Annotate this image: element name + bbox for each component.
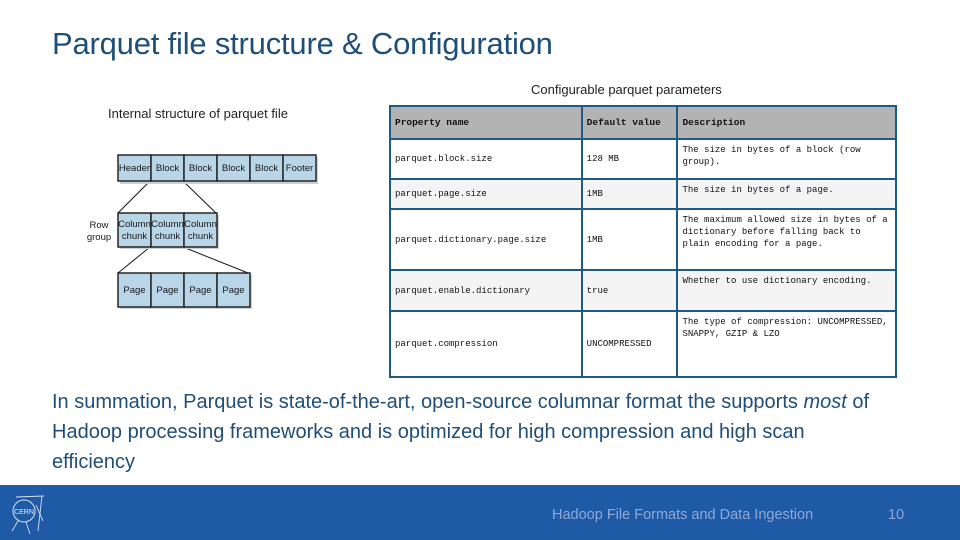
row-group-label: group: [87, 232, 111, 243]
column-chunk-label: chunk: [188, 231, 214, 242]
file-row-label: Block: [189, 163, 212, 174]
page-number: 10: [888, 507, 905, 523]
column-chunk-label: chunk: [155, 231, 181, 242]
connector-line: [117, 246, 151, 274]
description: The size in bytes of a block (row group)…: [676, 138, 897, 180]
summary-text: In summation, Parquet is state-of-the-ar…: [52, 387, 872, 477]
page-label: Page: [222, 285, 244, 296]
summary-emphasis: most: [803, 391, 847, 413]
description: The size in bytes of a page.: [676, 178, 897, 210]
table-header-row: Property name Default value Description: [389, 105, 897, 140]
default-value: 1MB: [580, 208, 679, 271]
file-row-label: Block: [156, 163, 179, 174]
column-chunk-label: Column: [118, 219, 151, 230]
default-value: 128 MB: [580, 138, 679, 180]
default-value: 1MB: [580, 178, 679, 210]
file-row-label: Footer: [286, 163, 313, 174]
page-label: Page: [156, 285, 178, 296]
connector-line: [117, 180, 151, 214]
logo-text: CERN: [14, 509, 34, 516]
description: The maximum allowed size in bytes of a d…: [676, 208, 897, 271]
property-name: parquet.page.size: [389, 178, 583, 210]
parameters-table: Property name Default value Description …: [389, 105, 897, 378]
column-header: Property name: [389, 105, 583, 140]
table-row: parquet.dictionary.page.size 1MB The max…: [389, 208, 897, 271]
file-row-label: Header: [119, 163, 150, 174]
file-row-label: Block: [255, 163, 278, 174]
file-row: Header Block Block Block Block Footer: [117, 154, 318, 184]
row-group-label: Row: [89, 220, 108, 231]
slide-title: Parquet file structure & Configuration: [52, 26, 553, 61]
table-row: parquet.page.size 1MB The size in bytes …: [389, 178, 897, 210]
default-value: true: [580, 269, 679, 312]
file-row-label: Block: [222, 163, 245, 174]
property-name: parquet.block.size: [389, 138, 583, 180]
diagram-caption: Internal structure of parquet file: [108, 106, 288, 121]
column-header: Default value: [580, 105, 679, 140]
page-label: Page: [123, 285, 145, 296]
cern-logo-icon: CERN: [8, 491, 48, 535]
pages-row: Page Page Page Page: [117, 272, 252, 309]
table-row: parquet.compression UNCOMPRESSED The typ…: [389, 310, 897, 378]
property-name: parquet.dictionary.page.size: [389, 208, 583, 271]
row-group: Column chunk Column chunk Column chunk: [117, 212, 219, 249]
property-name: parquet.compression: [389, 310, 583, 378]
column-chunk-label: Column: [184, 219, 217, 230]
column-header: Description: [676, 105, 897, 140]
connector-line: [182, 180, 217, 214]
table-caption: Configurable parquet parameters: [531, 82, 722, 97]
property-name: parquet.enable.dictionary: [389, 269, 583, 312]
footer-title: Hadoop File Formats and Data Ingestion: [552, 507, 814, 523]
default-value: UNCOMPRESSED: [580, 310, 679, 378]
page-label: Page: [189, 285, 211, 296]
parquet-structure-diagram: Header Block Block Block Block Footer Ro…: [80, 140, 330, 320]
table-row: parquet.block.size 128 MB The size in by…: [389, 138, 897, 180]
connector-line: [182, 246, 249, 274]
footer-bar: CERN Hadoop File Formats and Data Ingest…: [0, 485, 960, 540]
description: Whether to use dictionary encoding.: [676, 269, 897, 312]
column-chunk-label: chunk: [122, 231, 148, 242]
summary-part1: In summation, Parquet is state-of-the-ar…: [52, 391, 804, 413]
description: The type of compression: UNCOMPRESSED, S…: [676, 310, 897, 378]
column-chunk-label: Column: [151, 219, 184, 230]
table-row: parquet.enable.dictionary true Whether t…: [389, 269, 897, 312]
